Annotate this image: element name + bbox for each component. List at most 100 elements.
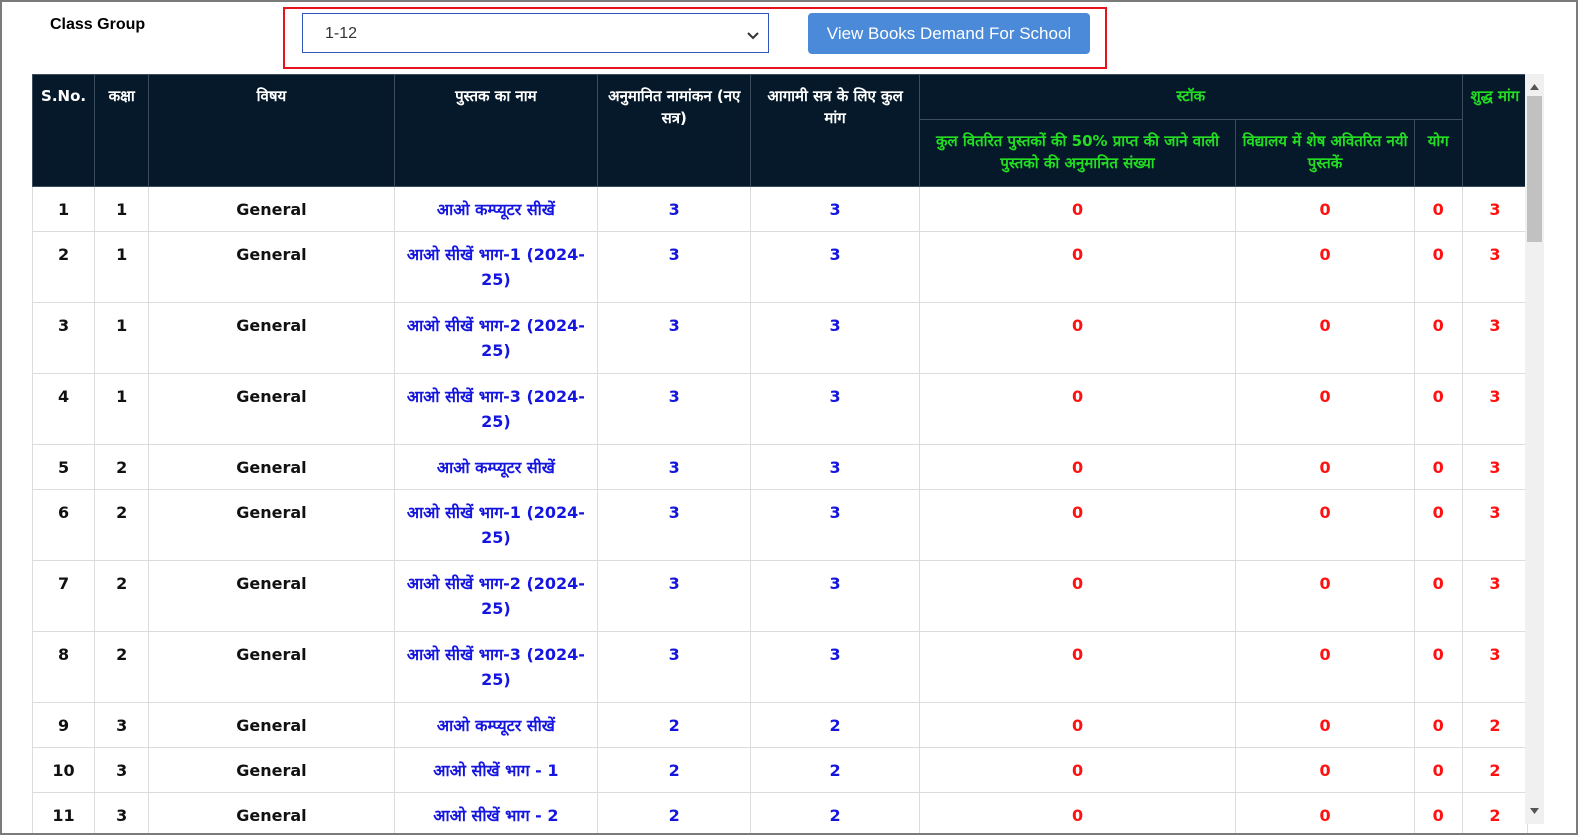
cell-stock-remaining: 0: [1235, 373, 1415, 445]
cell-stock-remaining: 0: [1235, 631, 1415, 703]
cell-total-demand: 3: [750, 444, 920, 490]
chevron-down-icon: [746, 28, 760, 46]
cell-class: 2: [94, 560, 150, 632]
cell-stock-expected: 0: [918, 792, 1237, 833]
cell-net-demand: 2: [1461, 747, 1529, 793]
cell-subject: General: [148, 747, 395, 793]
cell-stock-total: 0: [1413, 702, 1463, 748]
cell-total-demand: 3: [750, 489, 920, 561]
table-row: 1 1 General आओ कम्प्यूटर सीखें 3 3 0 0 0 3: [32, 186, 1529, 232]
page-frame: Class Group 1-12 View Books Demand For S…: [0, 0, 1578, 835]
cell-net-demand: 3: [1461, 444, 1529, 490]
cell-total-demand: 2: [750, 792, 920, 833]
cell-stock-expected: 0: [918, 444, 1237, 490]
cell-total-demand: 2: [750, 702, 920, 748]
cell-class: 2: [94, 489, 150, 561]
cell-total-demand: 3: [750, 373, 920, 445]
cell-net-demand: 2: [1461, 792, 1529, 833]
cell-stock-expected: 0: [918, 186, 1237, 232]
header-estimated-enrollment: अनुमानित नामांकन (नए सत्र): [597, 74, 752, 187]
table-row: 7 2 General आओ सीखें भाग-2 (2024-25) 3 3 0 0 0 3: [32, 560, 1529, 632]
cell-subject: General: [148, 631, 395, 703]
cell-net-demand: 3: [1461, 631, 1529, 703]
header-stock-expected: कुल वितरित पुस्तकों की 50% प्राप्त की जा…: [918, 119, 1237, 187]
cell-sno: 9: [32, 702, 96, 748]
header-stock-total: योग: [1413, 119, 1463, 187]
cell-stock-expected: 0: [918, 489, 1237, 561]
cell-stock-total: 0: [1413, 792, 1463, 833]
class-group-label: Class Group: [50, 16, 146, 33]
cell-class: 1: [94, 186, 150, 232]
header-book-name: पुस्तक का नाम: [393, 74, 599, 187]
cell-book-name: आओ कम्प्यूटर सीखें: [393, 186, 599, 232]
header-stock-remaining: विद्यालय में शेष अवितरित नयी पुस्तकें: [1235, 119, 1415, 187]
cell-book-name: आओ सीखें भाग-1 (2024-25): [393, 231, 599, 303]
scroll-down-arrow-icon[interactable]: [1529, 802, 1540, 820]
cell-sno: 5: [32, 444, 96, 490]
cell-total-demand: 3: [750, 231, 920, 303]
cell-class: 3: [94, 702, 150, 748]
cell-estimated-enrollment: 3: [597, 489, 752, 561]
cell-subject: General: [148, 231, 395, 303]
cell-net-demand: 3: [1461, 231, 1529, 303]
cell-stock-expected: 0: [918, 231, 1237, 303]
cell-stock-remaining: 0: [1235, 702, 1415, 748]
cell-stock-expected: 0: [918, 302, 1237, 374]
table-row: 6 2 General आओ सीखें भाग-1 (2024-25) 3 3 0 0 0 3: [32, 489, 1529, 561]
table-row: 9 3 General आओ कम्प्यूटर सीखें 2 2 0 0 0 2: [32, 702, 1529, 748]
cell-estimated-enrollment: 3: [597, 186, 752, 232]
cell-class: 2: [94, 631, 150, 703]
cell-stock-total: 0: [1413, 560, 1463, 632]
cell-stock-total: 0: [1413, 302, 1463, 374]
cell-stock-remaining: 0: [1235, 231, 1415, 303]
cell-subject: General: [148, 702, 395, 748]
cell-total-demand: 3: [750, 186, 920, 232]
scrollbar-thumb[interactable]: [1527, 96, 1542, 242]
table-row: 8 2 General आओ सीखें भाग-3 (2024-25) 3 3 0 0 0 3: [32, 631, 1529, 703]
cell-sno: 2: [32, 231, 96, 303]
cell-stock-total: 0: [1413, 631, 1463, 703]
cell-stock-total: 0: [1413, 444, 1463, 490]
cell-book-name: आओ कम्प्यूटर सीखें: [393, 444, 599, 490]
cell-stock-total: 0: [1413, 186, 1463, 232]
cell-subject: General: [148, 373, 395, 445]
cell-class: 1: [94, 302, 150, 374]
cell-class: 1: [94, 373, 150, 445]
cell-estimated-enrollment: 2: [597, 792, 752, 833]
cell-class: 3: [94, 747, 150, 793]
vertical-scrollbar[interactable]: [1525, 74, 1544, 824]
cell-stock-expected: 0: [918, 747, 1237, 793]
cell-sno: 1: [32, 186, 96, 232]
cell-estimated-enrollment: 3: [597, 444, 752, 490]
cell-estimated-enrollment: 3: [597, 302, 752, 374]
cell-subject: General: [148, 792, 395, 833]
table-row: 2 1 General आओ सीखें भाग-1 (2024-25) 3 3 0 0 0 3: [32, 231, 1529, 303]
cell-sno: 10: [32, 747, 96, 793]
table-row: 11 3 General आओ सीखें भाग - 2220002: [32, 792, 1529, 833]
cell-stock-remaining: 0: [1235, 560, 1415, 632]
cell-book-name: आओ कम्प्यूटर सीखें: [393, 702, 599, 748]
cell-book-name: आओ सीखें भाग-3 (2024-25): [393, 373, 599, 445]
header-total-demand: आगामी सत्र के लिए कुल मांग: [750, 74, 920, 187]
cell-net-demand: 2: [1461, 702, 1529, 748]
scroll-up-arrow-icon[interactable]: [1529, 78, 1540, 96]
cell-subject: General: [148, 186, 395, 232]
cell-estimated-enrollment: 2: [597, 747, 752, 793]
header-sno: S.No.: [32, 74, 96, 187]
cell-stock-expected: 0: [918, 631, 1237, 703]
view-books-demand-button[interactable]: View Books Demand For School: [808, 13, 1090, 54]
cell-stock-total: 0: [1413, 747, 1463, 793]
table-row: 4 1 General आओ सीखें भाग-3 (2024-25) 3 3 0 0 0 3: [32, 373, 1529, 445]
header-net-demand: शुद्ध मांग: [1461, 74, 1529, 187]
header-class: कक्षा: [94, 74, 150, 187]
cell-book-name: आओ सीखें भाग-3 (2024-25): [393, 631, 599, 703]
cell-book-name: आओ सीखें भाग-2 (2024-25): [393, 302, 599, 374]
cell-stock-remaining: 0: [1235, 302, 1415, 374]
cell-stock-remaining: 0: [1235, 792, 1415, 833]
table-row: 5 2 General आओ कम्प्यूटर सीखें 3 3 0 0 0 3: [32, 444, 1529, 490]
cell-subject: General: [148, 302, 395, 374]
cell-sno: 4: [32, 373, 96, 445]
class-group-select[interactable]: 1-12: [302, 13, 769, 53]
cell-book-name: आओ सीखें भाग - 1: [393, 747, 599, 793]
cell-subject: General: [148, 489, 395, 561]
